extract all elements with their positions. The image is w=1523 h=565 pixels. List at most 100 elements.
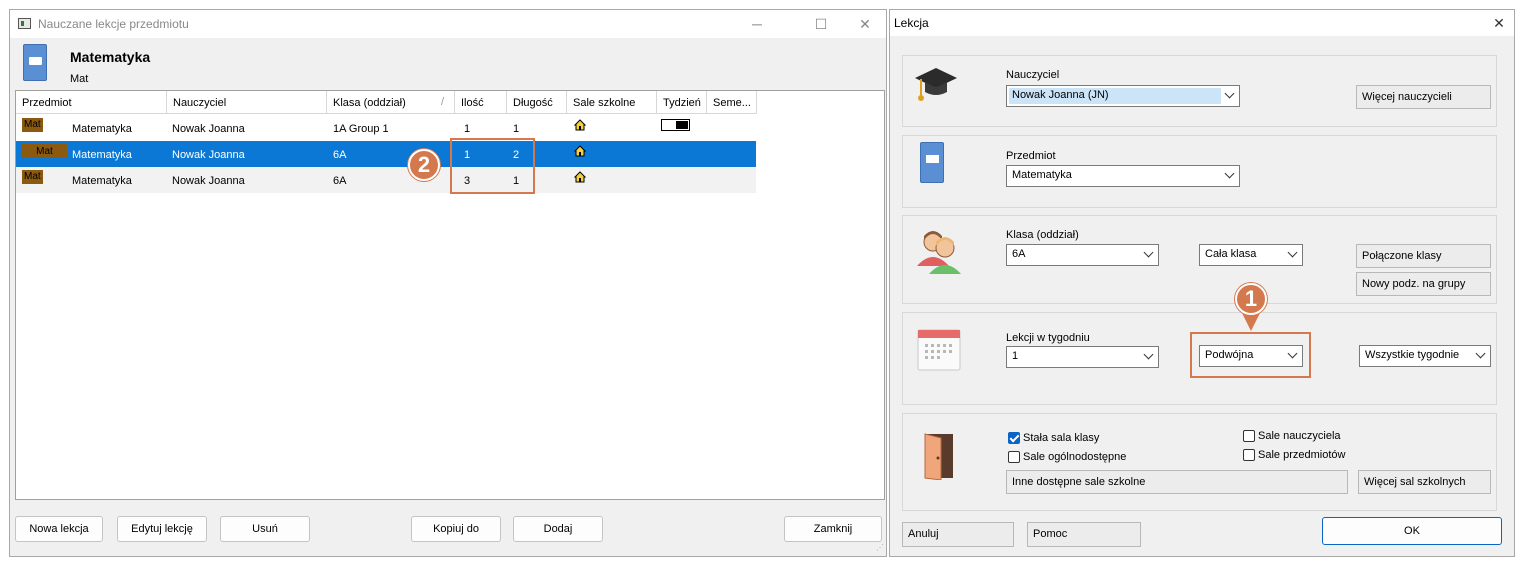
teacher-value: Nowak Joanna (JN) xyxy=(1012,89,1109,101)
home-room-icon xyxy=(574,119,586,131)
class-panel: Klasa (oddział) 6A Cała klasa Połączone … xyxy=(902,215,1497,304)
cancel-button[interactable]: Anuluj xyxy=(902,522,1014,547)
column-header-length[interactable]: Długość xyxy=(507,91,567,114)
row-teacher: Nowak Joanna xyxy=(172,123,245,135)
title-bar: Nauczane lekcje przedmiotu ─ ☐ ✕ xyxy=(10,10,886,38)
row-count: 1 xyxy=(464,123,471,135)
subject-badge: Mat xyxy=(22,144,67,158)
more-rooms-button[interactable]: Więcej sal szkolnych xyxy=(1358,470,1491,494)
table-row[interactable]: Mat Matematyka Nowak Joanna 6A 1 2 xyxy=(16,141,756,167)
table-row[interactable]: Mat Matematyka Nowak Joanna 6A 3 1 xyxy=(16,167,756,193)
delete-button[interactable]: Usuń xyxy=(220,516,310,542)
close-icon[interactable]: ✕ xyxy=(854,14,876,34)
row-class: 1A Group 1 xyxy=(333,123,389,135)
row-subject: Matematyka xyxy=(72,149,132,161)
group-value: Cała klasa xyxy=(1205,248,1257,260)
chevron-down-icon xyxy=(1143,247,1154,258)
subject-rooms-checkbox[interactable] xyxy=(1243,449,1255,461)
more-teachers-button[interactable]: Więcej nauczycieli xyxy=(1356,85,1491,109)
teacher-label: Nauczyciel xyxy=(1006,69,1060,81)
row-length: 1 xyxy=(513,123,520,135)
teacher-rooms-label: Sale nauczyciela xyxy=(1258,430,1341,442)
column-header-semester[interactable]: Seme... xyxy=(707,91,757,114)
window-title: Nauczane lekcje przedmiotu xyxy=(38,17,189,31)
home-room-icon xyxy=(574,171,586,183)
group-select[interactable]: Cała klasa xyxy=(1199,244,1303,266)
minimize-icon[interactable]: ─ xyxy=(746,14,768,34)
table-row[interactable]: Mat Matematyka Nowak Joanna 1A Group 1 1… xyxy=(16,115,756,141)
chevron-down-icon xyxy=(1224,168,1235,179)
home-room-icon xyxy=(574,145,586,157)
ok-button[interactable]: OK xyxy=(1322,517,1502,545)
add-button[interactable]: Dodaj xyxy=(513,516,603,542)
callout-one: 1 xyxy=(1235,283,1267,315)
row-class: 6A xyxy=(333,149,347,161)
column-header-count[interactable]: Ilość xyxy=(455,91,507,114)
chevron-down-icon xyxy=(1287,247,1298,258)
weeks-select[interactable]: Wszystkie tygodnie xyxy=(1359,345,1491,367)
fixed-class-room-label: Stała sala klasy xyxy=(1023,432,1100,444)
graduation-cap-icon xyxy=(915,68,957,101)
column-header-teacher[interactable]: Nauczyciel xyxy=(167,91,327,114)
new-lesson-button[interactable]: Nowa lekcja xyxy=(15,516,103,542)
fixed-class-room-checkbox[interactable] xyxy=(1008,432,1020,444)
row-teacher: Nowak Joanna xyxy=(172,149,245,161)
per-week-label: Lekcji w tygodniu xyxy=(1006,332,1090,344)
chevron-down-icon xyxy=(1475,348,1486,359)
public-rooms-label: Sale ogólnodostępne xyxy=(1023,451,1127,463)
chevron-down-icon xyxy=(1224,88,1235,99)
row-teacher: Nowak Joanna xyxy=(172,175,245,187)
students-icon xyxy=(917,231,961,274)
weeks-value: Wszystkie tygodnie xyxy=(1365,349,1460,361)
column-header-rooms[interactable]: Sale szkolne xyxy=(567,91,657,114)
close-icon[interactable]: ✕ xyxy=(1488,13,1510,33)
callout-two: 2 xyxy=(408,149,440,181)
teacher-select[interactable]: Nowak Joanna (JN) xyxy=(1006,85,1240,107)
subject-select[interactable]: Matematyka xyxy=(1006,165,1240,187)
subject-title: Matematyka xyxy=(70,49,151,65)
linked-classes-button[interactable]: Połączone klasy xyxy=(1356,244,1491,268)
teacher-rooms-checkbox[interactable] xyxy=(1243,430,1255,442)
row-subject: Matematyka xyxy=(72,123,132,135)
rooms-panel: Stała sala klasy Sale ogólnodostępne Sal… xyxy=(902,413,1497,511)
highlight-box-count-length xyxy=(450,138,535,194)
resize-grip-icon[interactable]: ⋰ xyxy=(876,543,884,552)
dialog-title-bar: Lekcja ✕ xyxy=(890,10,1514,36)
per-week-select[interactable]: 1 xyxy=(1006,346,1159,368)
subject-value: Matematyka xyxy=(1012,169,1072,181)
row-class: 6A xyxy=(333,175,347,187)
lesson-dialog: Lekcja ✕ Nauczyciel Nowak Joanna (JN) Wi… xyxy=(889,9,1515,557)
class-value: 6A xyxy=(1012,248,1026,260)
sort-icon: / xyxy=(441,96,445,108)
subject-badge: Mat xyxy=(22,118,43,132)
dialog-title: Lekcja xyxy=(894,16,929,30)
new-group-split-button[interactable]: Nowy podz. na grupy xyxy=(1356,272,1491,296)
column-header-class[interactable]: Klasa (oddział) xyxy=(327,91,455,114)
calendar-icon xyxy=(917,329,961,371)
close-button[interactable]: Zamknij xyxy=(784,516,882,542)
copy-to-button[interactable]: Kopiuj do xyxy=(411,516,501,542)
subject-rooms-label: Sale przedmiotów xyxy=(1258,449,1346,461)
book-icon xyxy=(920,142,944,183)
subject-short-name: Mat xyxy=(70,73,89,85)
class-select[interactable]: 6A xyxy=(1006,244,1159,266)
lessons-window: Nauczane lekcje przedmiotu ─ ☐ ✕ Matemat… xyxy=(9,9,887,557)
column-header-week[interactable]: Tydzień xyxy=(657,91,707,114)
app-icon xyxy=(18,18,31,29)
maximize-icon[interactable]: ☐ xyxy=(810,14,832,34)
per-week-value: 1 xyxy=(1012,350,1019,362)
column-header-subject[interactable]: Przedmiot xyxy=(16,91,167,114)
highlight-box-length xyxy=(1190,332,1311,378)
class-label: Klasa (oddział) xyxy=(1006,229,1079,241)
help-button[interactable]: Pomoc xyxy=(1027,522,1141,547)
other-rooms-field[interactable]: Inne dostępne sale szkolne xyxy=(1006,470,1348,494)
subject-label: Przedmiot xyxy=(1006,150,1056,162)
edit-lesson-button[interactable]: Edytuj lekcję xyxy=(117,516,207,542)
subject-badge: Mat xyxy=(22,170,43,184)
book-icon xyxy=(23,44,47,81)
public-rooms-checkbox[interactable] xyxy=(1008,451,1020,463)
week-toggle-icon xyxy=(661,119,690,131)
teacher-panel: Nauczyciel Nowak Joanna (JN) Więcej nauc… xyxy=(902,55,1497,127)
row-subject: Matematyka xyxy=(72,175,132,187)
subject-header: Matematyka Mat xyxy=(10,38,886,90)
